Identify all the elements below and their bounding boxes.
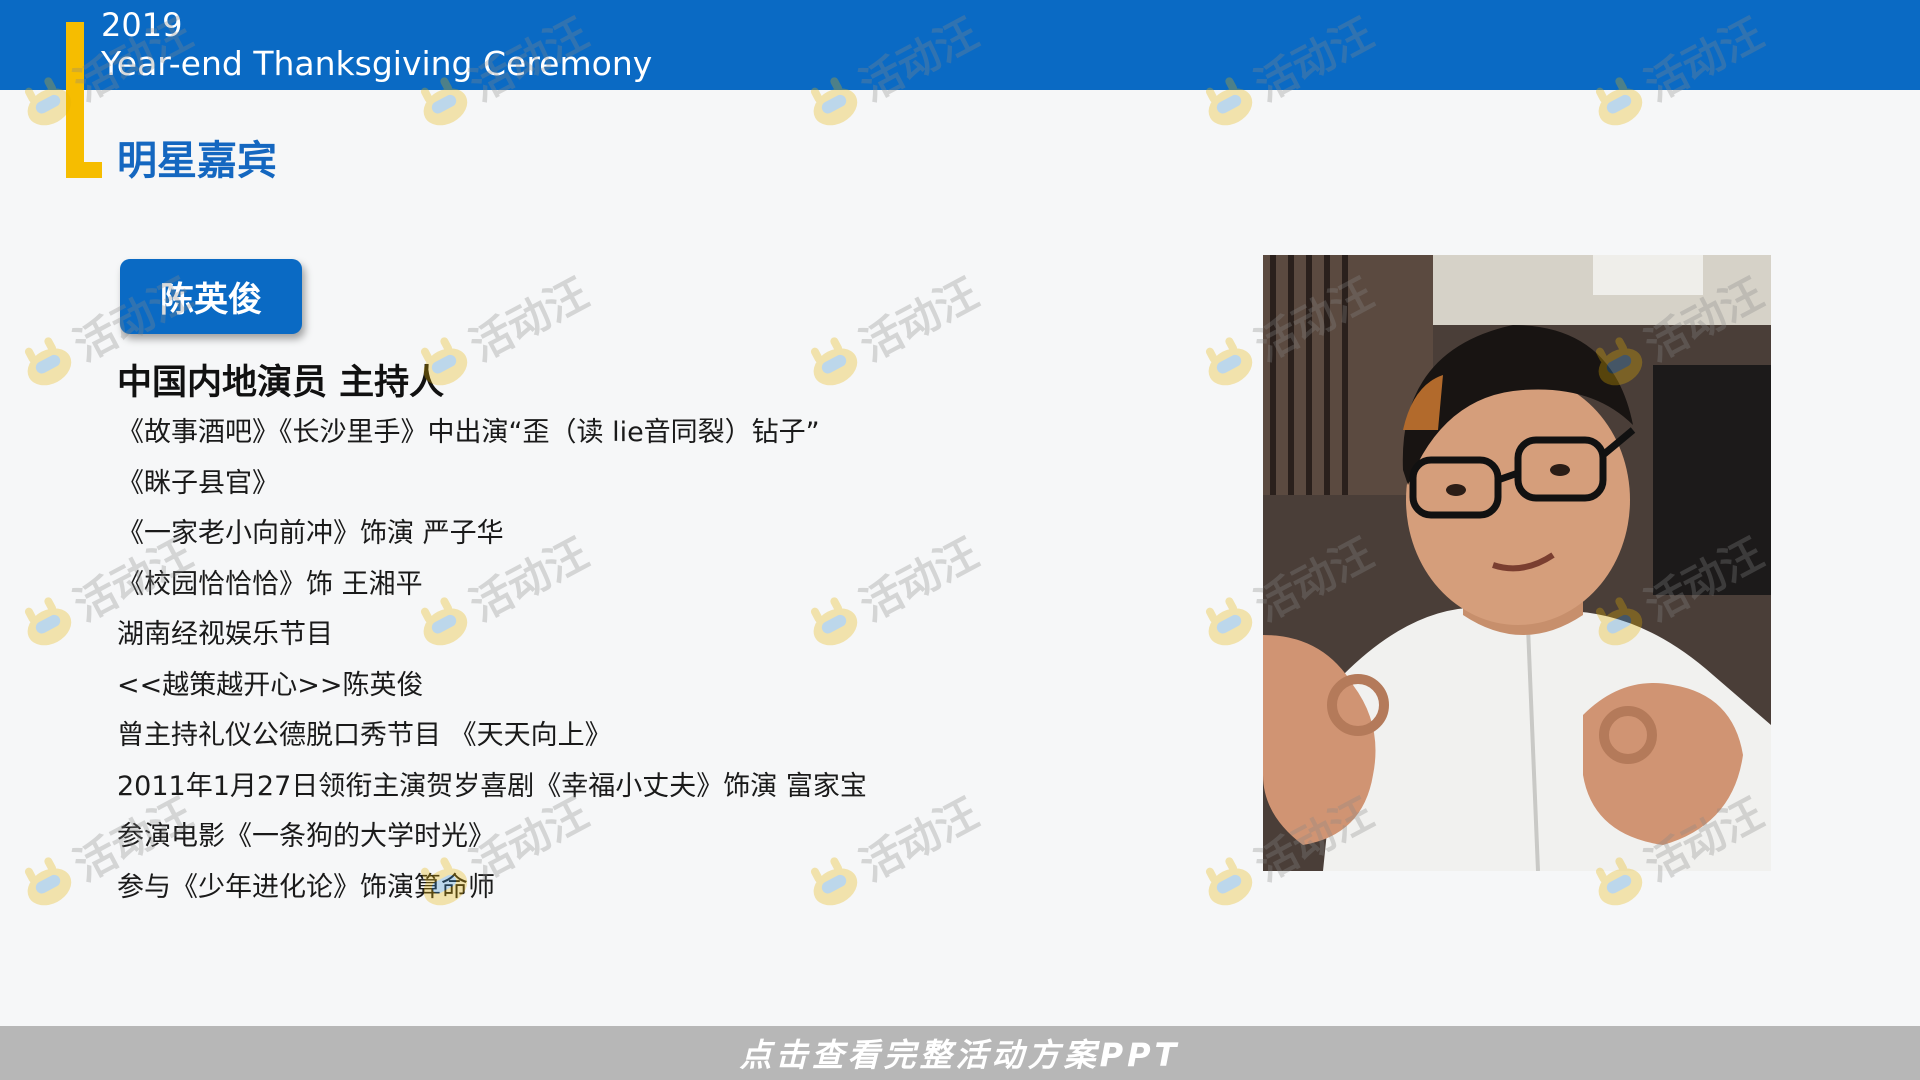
watermark-mascot-icon xyxy=(1195,850,1262,913)
guest-portrait-image xyxy=(1263,255,1771,871)
guest-name: 陈英俊 xyxy=(160,280,262,320)
footer-cta-text[interactable]: 点击查看完整活动方案PPT xyxy=(740,1030,1181,1076)
bio-line: 2011年1月27日领衔主演贺岁喜剧《幸福小丈夫》饰演 富家宝 xyxy=(117,770,867,802)
bio-line: 曾主持礼仪公德脱口秀节目 《天天向上》 xyxy=(117,720,612,751)
watermark-mascot-icon xyxy=(1195,590,1262,653)
watermark-mascot-icon xyxy=(14,850,81,913)
bio-line: 参与《少年进化论》饰演算命师 xyxy=(117,871,495,903)
guest-bio-list: 《故事酒吧》《长沙里手》中出演“歪（读 lie音同裂）钻子” 《眯子县官》 《一… xyxy=(117,408,867,913)
bio-line: 《故事酒吧》《长沙里手》中出演“歪（读 lie音同裂）钻子” xyxy=(117,417,820,448)
guest-role: 中国内地演员 主持人 xyxy=(117,363,445,403)
accent-bar-foot xyxy=(66,162,102,178)
watermark-mascot-icon xyxy=(14,590,81,653)
header-year: 2019 xyxy=(101,6,183,44)
bio-line: 湖南经视娱乐节目 xyxy=(117,619,333,650)
watermark-mascot-icon xyxy=(800,330,867,393)
watermark-mascot-icon xyxy=(1195,330,1262,393)
watermark: 活动汪 xyxy=(796,260,987,400)
guest-photo xyxy=(1263,255,1771,871)
guest-name-badge: 陈英俊 xyxy=(120,259,302,334)
header-bar: 2019 Year-end Thanksgiving Ceremony xyxy=(0,0,1920,90)
bio-line: 《眯子县官》 xyxy=(117,467,279,499)
bio-line: 《一家老小向前冲》饰演 严子华 xyxy=(117,518,504,549)
bio-line: <<越策越开心>>陈英俊 xyxy=(117,669,424,701)
bio-line: 参演电影《一条狗的大学时光》 xyxy=(117,821,495,852)
footer-cta-banner[interactable]: 点击查看完整活动方案PPT xyxy=(0,1026,1920,1080)
section-title: 明星嘉宾 xyxy=(117,138,277,184)
header-title: Year-end Thanksgiving Ceremony xyxy=(101,44,653,83)
watermark-mascot-icon xyxy=(14,330,81,393)
bio-line: 《校园恰恰恰》饰 王湘平 xyxy=(117,568,423,600)
accent-bar xyxy=(66,22,84,178)
